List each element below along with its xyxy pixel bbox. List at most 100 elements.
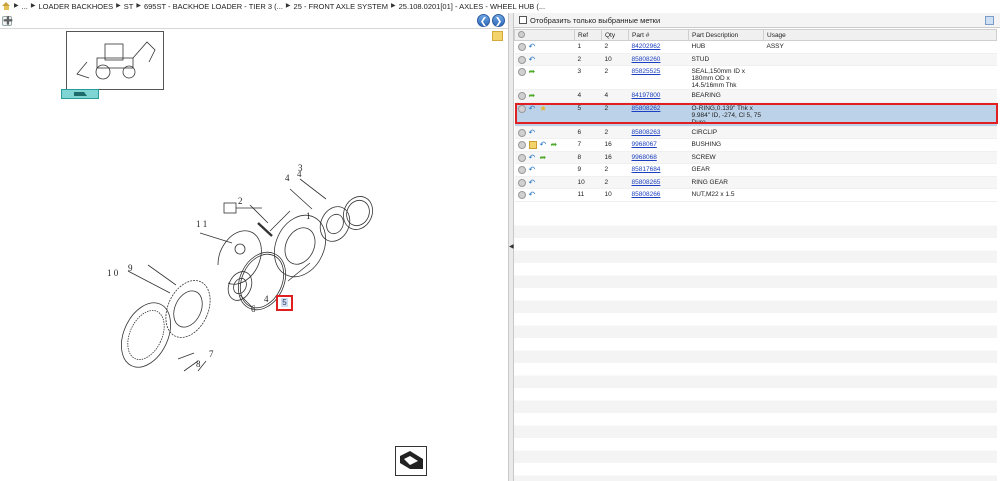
description-cell: O-RING,0.139" Thk x 9.984" ID, -274, Cl … (691, 104, 762, 126)
ref-cell: 10 (577, 178, 585, 186)
row-icons: ➦ (514, 65, 575, 90)
history-icon[interactable]: ↶ (529, 153, 537, 162)
ref-cell: 5 (577, 104, 582, 112)
info-icon[interactable] (517, 166, 526, 174)
description-cell: SCREW (688, 151, 764, 164)
qty-cell: 4 (604, 92, 609, 99)
history-icon[interactable]: ↶ (529, 55, 537, 64)
info-icon[interactable] (517, 55, 526, 64)
part-number-link[interactable]: 84202962 (632, 43, 661, 50)
history-icon[interactable]: ↶ (529, 191, 537, 199)
part-number-link[interactable]: 85817684 (632, 166, 661, 173)
go-to-diagram-icon[interactable]: ➦ (529, 92, 537, 100)
part-number-link[interactable]: 85808263 (632, 129, 661, 136)
info-icon[interactable] (517, 141, 526, 149)
part-number-link[interactable]: 9968068 (632, 154, 657, 161)
go-to-diagram-icon[interactable]: ➦ (551, 141, 559, 149)
part-number-cell: 85825525 (628, 65, 689, 90)
breadcrumb-item[interactable]: 25.108.0201[01] - AXLES - WHEEL HUB (... (399, 2, 545, 11)
qty-cell: 2 (601, 40, 629, 54)
history-icon[interactable]: ↶ (529, 43, 537, 51)
table-row[interactable]: ↶ 1 2 84202962 HUB ASSY (514, 40, 997, 54)
breadcrumb-separator-icon: ▶ (30, 2, 36, 9)
page-navigation-icon[interactable] (395, 446, 427, 476)
ref-cell: 7 (577, 141, 582, 148)
info-icon[interactable] (517, 128, 526, 137)
table-row[interactable]: ↶ ★ 5 2 85808262 O-RING,0.139" Thk x 9.984" I… (514, 102, 997, 127)
next-diagram-button[interactable]: ❯ (492, 14, 505, 27)
header-usage[interactable]: Usage (763, 29, 997, 41)
part-number-link[interactable]: 85808265 (632, 179, 661, 186)
description-cell: BUSHING (691, 141, 722, 148)
description-cell: RING GEAR (688, 176, 764, 189)
header-part-number[interactable]: Part # (628, 29, 689, 41)
part-number-cell: 85808263 (628, 126, 689, 139)
table-row[interactable]: ↶ 11 10 85808266 NUT,M22 x 1.5 (514, 188, 997, 202)
row-icons: ➦ (514, 89, 575, 103)
qty-cell: 2 (604, 104, 609, 112)
header-qty[interactable]: Qty (601, 29, 629, 41)
info-icon[interactable] (517, 43, 526, 51)
history-icon[interactable]: ↶ (529, 104, 537, 113)
go-to-diagram-icon[interactable]: ➦ (540, 153, 548, 162)
part-number-link[interactable]: 9968067 (632, 141, 657, 148)
home-icon[interactable] (2, 2, 11, 10)
info-icon[interactable] (517, 178, 526, 187)
info-icon[interactable] (517, 191, 526, 199)
favorite-icon[interactable]: ★ (540, 104, 548, 113)
breadcrumb-item[interactable]: 695ST - BACKHOE LOADER - TIER 3 (... (144, 2, 283, 11)
part-number-link[interactable]: 85808260 (632, 56, 661, 63)
history-icon[interactable]: ↶ (529, 178, 537, 187)
description-cell: SCREW (691, 153, 716, 161)
description-cell: NUT,M22 x 1.5 (688, 188, 764, 202)
table-row[interactable]: ↶ 6 2 85808263 CIRCLIP (514, 126, 997, 139)
description-cell: SEAL,150mm ID x 180mm OD x 14.5/16mm Thk (688, 65, 764, 90)
breadcrumb-item[interactable]: ST (124, 2, 134, 11)
expand-icon[interactable]: ➕ (2, 16, 13, 26)
part-number-link[interactable]: 85825525 (632, 68, 661, 75)
table-row[interactable]: ↶ ➦ 7 16 9968067 BUSHING (514, 138, 997, 152)
filter-label: Отобразить только выбранные метки (530, 15, 661, 25)
callout-label-10: 1 0 (107, 268, 119, 278)
table-row[interactable]: ↶ ➦ 8 16 9968068 SCREW (514, 151, 997, 164)
breadcrumb-item[interactable]: ... (22, 2, 28, 11)
table-header: Ref Qty Part # Part Description Usage (514, 29, 997, 41)
info-icon[interactable] (517, 153, 526, 162)
row-icons: ↶ (514, 188, 575, 202)
history-icon[interactable]: ↶ (529, 128, 537, 137)
table-row[interactable]: ↶ 10 2 85808265 RING GEAR (514, 176, 997, 189)
filter-settings-icon[interactable] (985, 16, 994, 25)
info-icon[interactable] (517, 68, 526, 76)
previous-diagram-button[interactable]: ❮ (477, 14, 490, 27)
table-row[interactable]: ➦ 3 2 85825525 SEAL,150mm ID x 180mm OD x 14… (514, 65, 997, 90)
breadcrumb-item[interactable]: 25 - FRONT AXLE SYSTEM (294, 2, 388, 11)
collapse-arrow-icon[interactable]: ◀ (509, 243, 514, 250)
table-row[interactable]: ➦ 4 4 84197800 BEARING (514, 89, 997, 103)
table-row[interactable]: ↶ 9 2 85817684 GEAR (514, 163, 997, 177)
breadcrumb-item[interactable]: LOADER BACKHOES (39, 2, 114, 11)
ref-cell: 3 (574, 65, 602, 90)
usage-cell (763, 126, 997, 139)
qty-cell: 2 (604, 43, 609, 50)
description-cell: HUB (691, 43, 706, 50)
ref-cell: 10 (574, 176, 602, 189)
ref-cell: 9 (574, 163, 602, 177)
part-number-link[interactable]: 85808266 (632, 191, 661, 198)
history-icon[interactable]: ↶ (529, 166, 537, 174)
part-number-link[interactable]: 84197800 (632, 92, 661, 99)
part-number-link[interactable]: 85808262 (632, 105, 661, 112)
header-ref[interactable]: Ref (574, 29, 602, 41)
part-number-cell: 85808265 (628, 176, 689, 189)
history-icon[interactable]: ↶ (540, 141, 548, 149)
qty-cell: 16 (604, 141, 612, 148)
header-part-description[interactable]: Part Description (688, 29, 764, 41)
package-icon[interactable] (528, 141, 537, 149)
go-to-diagram-icon[interactable]: ➦ (529, 68, 537, 76)
breadcrumb-separator-icon: ▶ (285, 2, 291, 9)
info-icon[interactable] (517, 104, 526, 113)
show-selected-only-checkbox[interactable] (519, 16, 527, 24)
usage-cell (763, 102, 997, 127)
selected-callout-hotspot[interactable]: 5 (276, 295, 293, 311)
info-icon[interactable] (517, 92, 526, 100)
table-row[interactable]: ↶ 2 10 85808260 STUD (514, 53, 997, 66)
